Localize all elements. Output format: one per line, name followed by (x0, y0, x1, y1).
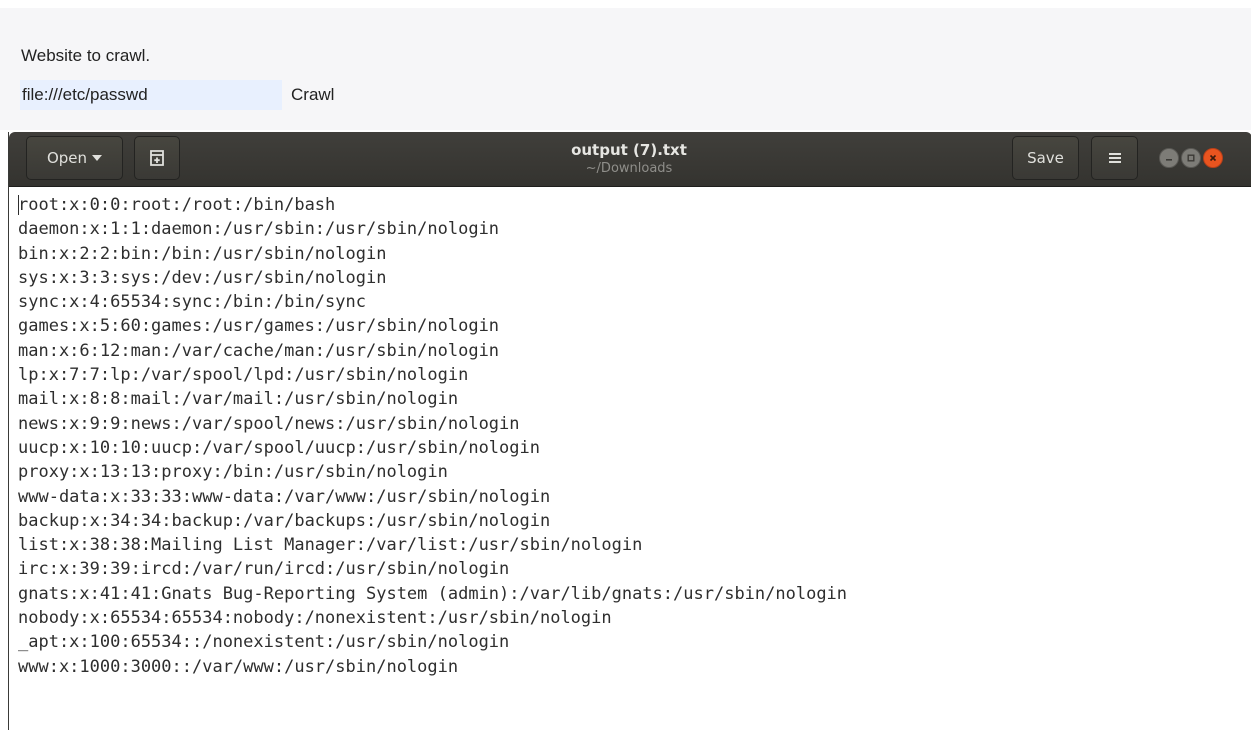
text-line: games:x:5:60:games:/usr/games:/usr/sbin/… (18, 316, 500, 337)
text-line: backup:x:34:34:backup:/var/backups:/usr/… (18, 510, 551, 531)
text-cursor (18, 195, 19, 215)
text-line: nobody:x:65534:65534:nobody:/nonexistent… (18, 608, 612, 629)
minimize-button[interactable] (1159, 148, 1179, 168)
text-line: lp:x:7:7:lp:/var/spool/lpd:/usr/sbin/nol… (18, 365, 469, 386)
text-line: news:x:9:9:news:/var/spool/news:/usr/sbi… (18, 413, 520, 434)
close-button[interactable] (1203, 148, 1223, 168)
window-title-area: output (7).txt ~/Downloads (429, 140, 829, 177)
text-line: proxy:x:13:13:proxy:/bin:/usr/sbin/nolog… (18, 462, 448, 483)
headerbar: Open output (7).txt ~/Downloads Save (9, 132, 1251, 187)
chevron-down-icon (92, 155, 103, 161)
text-line: man:x:6:12:man:/var/cache/man:/usr/sbin/… (18, 340, 500, 361)
text-line: www:x:1000:3000::/var/www:/usr/sbin/nolo… (18, 656, 459, 677)
new-tab-icon (150, 150, 164, 166)
text-line: bin:x:2:2:bin:/bin:/usr/sbin/nologin (18, 243, 387, 264)
minimize-icon (1166, 159, 1172, 161)
text-line: root:x:0:0:root:/root:/bin/bash (18, 195, 336, 215)
text-line: sync:x:4:65534:sync:/bin:/bin/sync (18, 292, 366, 313)
text-line: www-data:x:33:33:www-data:/var/www:/usr/… (18, 486, 551, 507)
maximize-button[interactable] (1181, 148, 1201, 168)
text-line: irc:x:39:39:ircd:/var/run/ircd:/usr/sbin… (18, 559, 510, 580)
text-line: daemon:x:1:1:daemon:/usr/sbin:/usr/sbin/… (18, 219, 500, 240)
text-line: uucp:x:10:10:uucp:/var/spool/uucp:/usr/s… (18, 437, 540, 458)
new-tab-button[interactable] (134, 136, 180, 180)
text-line: gnats:x:41:41:Gnats Bug-Reporting System… (18, 583, 848, 604)
window-title: output (7).txt (571, 141, 687, 159)
maximize-icon (1187, 154, 1195, 162)
screen: Website to crawl. Crawl Open output (7).… (0, 0, 1251, 730)
window-subtitle: ~/Downloads (585, 161, 673, 176)
crawler-webpage: Website to crawl. Crawl (0, 0, 1251, 130)
text-line: _apt:x:100:65534::/nonexistent:/usr/sbin… (18, 632, 510, 653)
text-line: mail:x:8:8:mail:/var/mail:/usr/sbin/nolo… (18, 389, 459, 410)
open-button-label: Open (46, 149, 88, 167)
window-controls (1159, 148, 1223, 168)
text-line: list:x:38:38:Mailing List Manager:/var/l… (18, 535, 643, 556)
url-input[interactable] (20, 80, 282, 110)
crawl-label: Website to crawl. (21, 46, 151, 65)
open-button[interactable]: Open (26, 136, 123, 180)
text-editor-window: Open output (7).txt ~/Downloads Save roo… (8, 132, 1251, 730)
close-icon (1209, 154, 1217, 162)
crawl-button[interactable]: Crawl (283, 80, 355, 110)
save-button[interactable]: Save (1012, 136, 1079, 180)
text-line: sys:x:3:3:sys:/dev:/usr/sbin/nologin (18, 267, 387, 288)
menu-button[interactable] (1091, 136, 1138, 180)
hamburger-menu-icon (1108, 153, 1121, 163)
text-editor-area[interactable]: root:x:0:0:root:/root:/bin/bash daemon:x:… (9, 187, 1251, 730)
